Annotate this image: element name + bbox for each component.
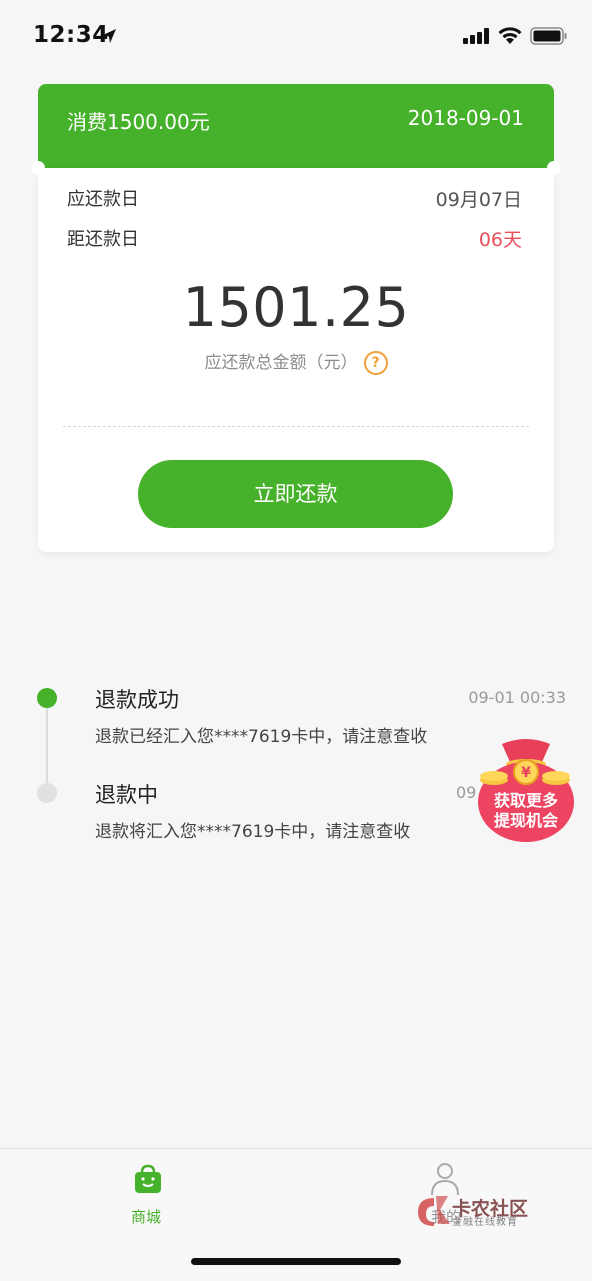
status-time: 12:34 [33, 22, 109, 48]
watermark-subtitle: 金融在线教育 [452, 1217, 518, 1228]
promo-money-bag[interactable]: ¥ 获取更多 提现机会 [472, 736, 580, 844]
promo-currency-symbol: ¥ [521, 765, 531, 781]
watermark-logo-icon [418, 1196, 450, 1226]
location-arrow-icon [102, 29, 116, 43]
wifi-icon [498, 27, 522, 44]
bill-card: 应还款日 09月07日 距还款日 06天 1501.25 应还款总金额（元）? … [31, 161, 561, 552]
help-question-icon[interactable]: ? [363, 351, 388, 375]
total-amount-label: 应还款总金额（元） [204, 353, 358, 373]
days-remaining-label: 距还款日 [67, 229, 139, 250]
consumption-date: 2018-09-01 [407, 106, 524, 130]
dashed-divider [63, 426, 529, 427]
home-indicator[interactable] [191, 1258, 401, 1265]
timeline-item-desc: 退款已经汇入您****7619卡中，请注意查收 [95, 727, 428, 747]
total-amount-caption: 应还款总金额（元）? [38, 348, 554, 375]
timeline-line [46, 706, 48, 786]
user-profile-icon[interactable] [430, 1162, 460, 1196]
repay-now-button[interactable]: 立即还款 [138, 460, 453, 528]
tab-mall[interactable]: 商城 [131, 1206, 161, 1227]
timeline-item-desc: 退款将汇入您****7619卡中，请注意查收 [95, 822, 411, 842]
due-date-label: 应还款日 [67, 189, 139, 210]
card-notch-left [31, 161, 45, 175]
promo-line-2: 提现机会 [494, 811, 558, 830]
timeline-dot-pending [37, 783, 57, 803]
days-remaining-value: 06天 [478, 229, 522, 251]
timeline-item-title: 退款中 [95, 783, 158, 807]
cellular-signal-icon [463, 28, 489, 44]
timeline-dot-active [37, 688, 57, 708]
shopping-bag-icon[interactable] [132, 1163, 164, 1195]
status-bar: 12:34 [0, 0, 592, 70]
promo-line-1: 获取更多 [494, 791, 558, 810]
bill-card-header: 消费1500.00元 2018-09-01 [38, 84, 554, 168]
timeline-item-title: 退款成功 [95, 688, 179, 712]
battery-icon [530, 27, 567, 45]
consumption-amount: 消费1500.00元 [67, 110, 210, 134]
timeline-item-time: 09-01 00:33 [468, 688, 566, 707]
due-date-value: 09月07日 [435, 189, 522, 211]
card-notch-right [547, 161, 561, 175]
total-amount: 1501.25 [182, 276, 410, 339]
